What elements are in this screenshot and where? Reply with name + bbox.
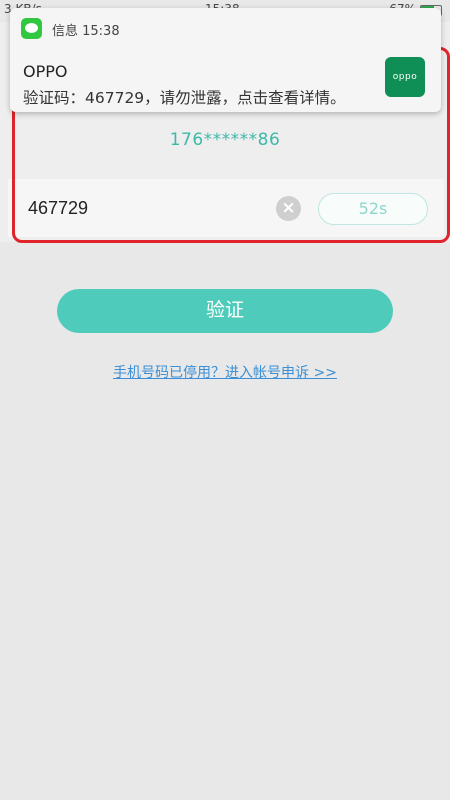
- notification-header: 信息 15:38: [10, 8, 441, 48]
- notification-body: 验证码：467729，请勿泄露，点击查看详情。: [23, 89, 346, 107]
- masked-phone-number: 176******86: [169, 130, 281, 150]
- sms-notification-banner[interactable]: 信息 15:38 OPPO 验证码：467729，请勿泄露，点击查看详情。 op…: [10, 8, 441, 112]
- clear-icon[interactable]: ×: [276, 196, 301, 221]
- screen: 3 KB/s 15:38 67% 176******86 × 52s 验证 手机…: [0, 0, 450, 800]
- verification-code-row: × 52s: [8, 179, 444, 237]
- notification-app-label: 信息 15:38: [52, 24, 120, 39]
- notification-sender: OPPO: [23, 62, 68, 81]
- resend-countdown-button[interactable]: 52s: [318, 193, 428, 225]
- verify-button[interactable]: 验证: [57, 289, 393, 333]
- oppo-logo-icon: oppo: [385, 57, 425, 97]
- messages-app-icon: [21, 18, 42, 39]
- account-appeal-link[interactable]: 手机号码已停用？进入帐号申诉 >>: [0, 362, 450, 382]
- verification-code-input[interactable]: [28, 196, 268, 220]
